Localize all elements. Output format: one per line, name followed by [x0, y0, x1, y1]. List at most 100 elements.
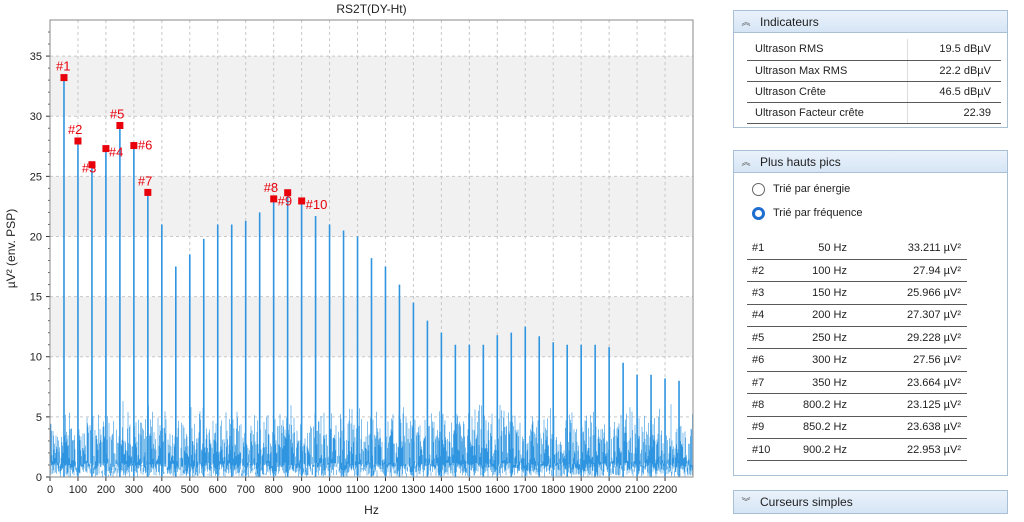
peak-idx: #1 — [747, 237, 787, 260]
x-tick-label: 300 — [125, 484, 143, 496]
x-tick-label: 1600 — [485, 484, 509, 496]
x-tick-label: 2200 — [653, 484, 677, 496]
peak-annotation-label: #8 — [264, 180, 278, 195]
x-tick-label: 400 — [153, 484, 171, 496]
expand-chevron-icon[interactable]: ︾ — [740, 496, 752, 508]
x-tick-label: 1300 — [401, 484, 425, 496]
peak-freq: 50 Hz — [787, 237, 852, 260]
y-axis-label: µV² (env. PSP) — [4, 209, 18, 288]
indicators-header[interactable]: ︽ Indicateurs — [734, 11, 1007, 33]
indicator-row: Ultrason RMS 19.5 dBµV — [747, 39, 1001, 61]
peak-marker — [144, 188, 152, 196]
cursors-panel: ︾ Curseurs simples — [733, 490, 1008, 514]
x-tick-label: 700 — [237, 484, 255, 496]
peak-row[interactable]: #2 100 Hz 27.94 µV² — [747, 259, 967, 283]
peak-freq: 900.2 Hz — [787, 438, 852, 462]
peak-annotation-label: #9 — [278, 194, 292, 209]
peaks-header[interactable]: ︽ Plus hauts pics — [734, 151, 1007, 173]
peak-idx: #5 — [747, 326, 787, 350]
sort-energy-label: Trié par énergie — [773, 183, 851, 195]
x-tick-label: 1800 — [541, 484, 565, 496]
peak-amp: 27.94 µV² — [852, 259, 967, 283]
peak-amp: 27.307 µV² — [852, 304, 967, 328]
peak-freq: 800.2 Hz — [787, 393, 852, 417]
peak-freq: 150 Hz — [787, 281, 852, 305]
cursors-header[interactable]: ︾ Curseurs simples — [734, 491, 1007, 513]
peak-freq: 100 Hz — [787, 259, 852, 283]
y-tick-label: 15 — [30, 292, 42, 304]
x-tick-label: 0 — [47, 484, 53, 496]
peak-annotation-label: #1 — [56, 59, 70, 74]
indicator-label: Ultrason Max RMS — [747, 60, 907, 82]
peak-amp: 23.638 µV² — [852, 416, 967, 440]
y-tick-label: 35 — [30, 51, 42, 63]
peak-marker — [298, 197, 306, 205]
x-tick-label: 1100 — [346, 484, 370, 496]
indicator-value: 46.5 dBµV — [906, 81, 1001, 103]
x-tick-label: 500 — [181, 484, 199, 496]
x-tick-label: 1400 — [429, 484, 453, 496]
peak-amp: 29.228 µV² — [852, 326, 967, 350]
radio-checked-icon[interactable] — [752, 206, 765, 220]
peak-row[interactable]: #7 350 Hz 23.664 µV² — [747, 371, 967, 395]
peak-idx: #2 — [747, 259, 787, 283]
peak-marker — [130, 142, 138, 150]
peak-row[interactable]: #6 300 Hz 27.56 µV² — [747, 348, 967, 372]
indicator-row: Ultrason Max RMS 22.2 dBµV — [747, 60, 1001, 82]
spectrum-chart-svg[interactable]: 0 100 200 300 400 500 600 700 800 900 1000 1100 1200… — [0, 0, 712, 522]
peak-annotation-label: #3 — [82, 161, 96, 176]
peak-freq: 300 Hz — [787, 348, 852, 372]
peak-marker — [270, 195, 278, 203]
peak-idx: #3 — [747, 281, 787, 305]
y-tick-label: 30 — [30, 111, 42, 123]
indicator-row: Ultrason Facteur crête 22.39 — [747, 102, 1001, 124]
sort-frequency-label: Trié par fréquence — [773, 207, 863, 219]
x-tick-label: 1700 — [513, 484, 537, 496]
peaks-table: #1 50 Hz 33.211 µV² #2 100 Hz 27.94 µV² #3 150 … — [747, 237, 967, 462]
indicators-table: Ultrason RMS 19.5 dBµV Ultrason Max RMS 22.… — [747, 39, 1001, 124]
peak-annotation-label: #5 — [110, 106, 124, 121]
spectrum-chart[interactable]: 0 100 200 300 400 500 600 700 800 900 1000 1100 1200… — [0, 0, 712, 522]
indicator-value: 22.39 — [906, 102, 1001, 124]
chart-title: RS2T(DY-Ht) — [336, 2, 406, 16]
radio-unchecked-icon[interactable] — [752, 182, 765, 196]
peak-row[interactable]: #4 200 Hz 27.307 µV² — [747, 304, 967, 328]
collapse-chevron-icon[interactable]: ︽ — [740, 16, 752, 28]
sort-energy-option[interactable]: Trié par énergie — [734, 177, 1007, 201]
x-tick-label: 2100 — [625, 484, 649, 496]
peak-marker — [116, 121, 124, 129]
peak-marker — [60, 74, 68, 82]
peak-idx: #9 — [747, 416, 787, 440]
peak-amp: 23.664 µV² — [852, 371, 967, 395]
x-tick-label: 200 — [97, 484, 115, 496]
x-tick-label: 100 — [69, 484, 87, 496]
peak-idx: #8 — [747, 393, 787, 417]
peak-row[interactable]: #3 150 Hz 25.966 µV² — [747, 281, 967, 305]
peak-row[interactable]: #1 50 Hz 33.211 µV² — [747, 237, 967, 260]
indicator-value: 22.2 dBµV — [906, 60, 1001, 82]
peak-freq: 250 Hz — [787, 326, 852, 350]
y-tick-label: 10 — [30, 352, 42, 364]
y-tick-label: 25 — [30, 171, 42, 183]
peak-row[interactable]: #8 800.2 Hz 23.125 µV² — [747, 393, 967, 417]
peak-freq: 200 Hz — [787, 304, 852, 328]
peak-amp: 33.211 µV² — [852, 237, 967, 260]
indicator-label: Ultrason Facteur crête — [747, 102, 907, 124]
sort-frequency-option[interactable]: Trié par fréquence — [734, 201, 1007, 225]
collapse-chevron-icon[interactable]: ︽ — [740, 156, 752, 168]
peak-row[interactable]: #10 900.2 Hz 22.953 µV² — [747, 438, 967, 462]
peak-annotation-label: #10 — [306, 197, 328, 212]
peak-amp: 27.56 µV² — [852, 348, 967, 372]
indicator-label: Ultrason RMS — [747, 39, 907, 61]
peak-idx: #6 — [747, 348, 787, 372]
peak-row[interactable]: #5 250 Hz 29.228 µV² — [747, 326, 967, 350]
peak-freq: 350 Hz — [787, 371, 852, 395]
peak-idx: #7 — [747, 371, 787, 395]
peak-annotation-label: #7 — [138, 173, 152, 188]
grid-band — [51, 56, 692, 117]
y-tick-label: 20 — [30, 231, 42, 243]
x-axis-label: Hz — [364, 503, 379, 517]
peaks-title: Plus hauts pics — [760, 154, 841, 169]
peak-row[interactable]: #9 850.2 Hz 23.638 µV² — [747, 416, 967, 440]
x-tick-label: 600 — [209, 484, 227, 496]
